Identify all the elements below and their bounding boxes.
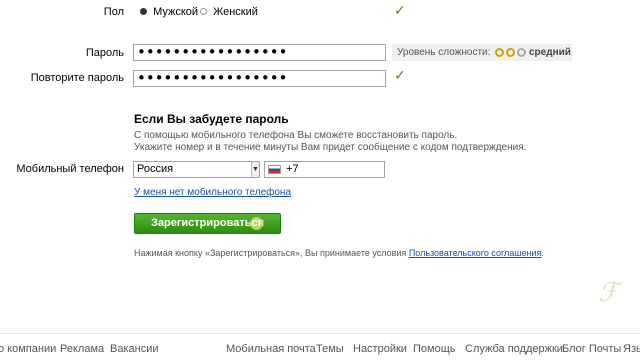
register-button-label: Зарегистрироваться	[150, 217, 265, 229]
confirm-password-input[interactable]: •••••••••••••••••	[133, 70, 386, 87]
footer-link-themes[interactable]: Темы	[316, 343, 344, 355]
gender-male-label: Мужской	[153, 6, 199, 18]
confirm-password-label: Повторите пароль	[30, 72, 124, 84]
password-input[interactable]: •••••••••••••••••	[133, 44, 386, 61]
watermark-logo: ℱ	[598, 278, 619, 308]
chevron-down-icon[interactable]: ▼	[251, 162, 259, 177]
terms-link[interactable]: Пользовательского соглашения	[409, 248, 542, 258]
footer-link-support[interactable]: Служба поддержки	[465, 343, 563, 355]
gender-female-option[interactable]: Женский	[200, 6, 258, 18]
phone-input[interactable]: +7	[264, 161, 385, 178]
strength-label: Уровень сложности:	[397, 47, 491, 58]
russia-flag-icon	[268, 164, 281, 174]
key-icon	[495, 47, 505, 57]
country-select-value: Россия	[137, 163, 174, 175]
phone-prefix: +7	[286, 163, 299, 175]
gender-female-radio[interactable]	[200, 8, 207, 15]
footer-link-help[interactable]: Помощь	[413, 343, 456, 355]
cursor-pointer-icon	[250, 217, 263, 230]
no-phone-link[interactable]: У меня нет мобильного телефона	[134, 187, 291, 198]
strength-value: средний	[528, 47, 571, 58]
gender-valid-check-icon: ✓	[394, 3, 406, 19]
gender-female-label: Женский	[213, 6, 258, 18]
gender-male-radio[interactable]	[140, 8, 147, 15]
password-label: Пароль	[85, 47, 124, 59]
key-icon	[506, 47, 516, 57]
recovery-text-line2: Укажите номер и в течение минуты Вам при…	[134, 142, 527, 153]
key-icon	[517, 47, 527, 57]
footer-divider	[0, 333, 640, 334]
footer-link-language[interactable]: Язы	[623, 343, 640, 355]
confirm-valid-check-icon: ✓	[394, 68, 406, 84]
country-select[interactable]: Россия ▼	[133, 161, 260, 178]
gender-male-option[interactable]: Мужской	[140, 6, 198, 18]
phone-label: Мобильный телефон	[16, 163, 124, 175]
footer-link-mobile-mail[interactable]: Мобильная почта	[226, 343, 316, 355]
footer-link-company[interactable]: о компании	[0, 343, 56, 355]
footer-link-ads[interactable]: Реклама	[60, 343, 104, 355]
footer-link-settings[interactable]: Настройки	[353, 343, 407, 355]
gender-label: Пол	[103, 6, 124, 18]
terms-text: Нажимая кнопку «Зарегистрироваться», Вы …	[134, 247, 544, 260]
terms-prefix: Нажимая кнопку «Зарегистрироваться», Вы …	[134, 248, 409, 258]
recovery-heading: Если Вы забудете пароль	[134, 112, 289, 126]
terms-end: .	[541, 248, 544, 258]
footer-link-jobs[interactable]: Вакансии	[110, 343, 159, 355]
password-strength-indicator: Уровень сложности: средний	[392, 44, 572, 61]
footer-link-blog[interactable]: Блог Почты	[562, 343, 621, 355]
